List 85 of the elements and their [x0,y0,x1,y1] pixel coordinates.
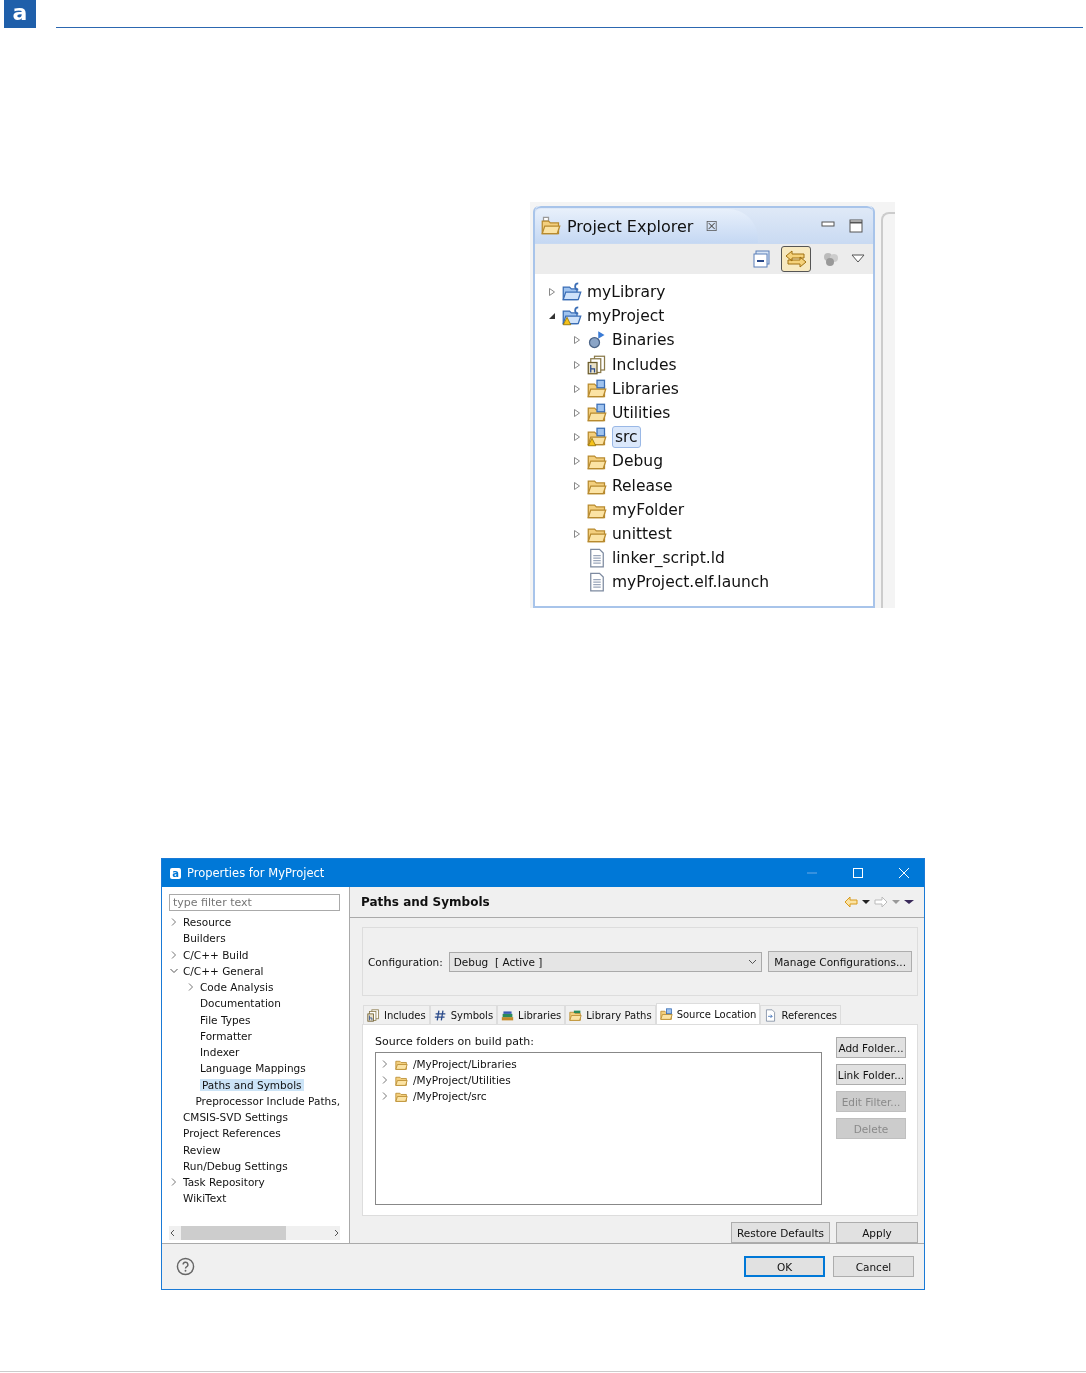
expand-arrow-icon[interactable] [572,408,582,419]
window-title: Properties for MyProject [187,866,326,880]
dropdown-icon[interactable] [851,254,866,264]
view-title: Project Explorer [567,216,694,236]
nav-item[interactable]: File Types [200,1013,251,1026]
list-label: Source folders on build path: [375,1035,535,1049]
manage-configurations-button[interactable]: Manage Configurations... [768,951,912,973]
expand-arrow-icon[interactable] [572,432,582,443]
nav-item[interactable]: Documentation [200,997,281,1010]
maximize-icon[interactable] [849,219,864,233]
app-icon: a [170,867,181,879]
view-tab[interactable]: Project Explorer ☒ [535,209,758,243]
nav-item[interactable]: Paths and Symbols [200,1078,304,1091]
list-item[interactable]: /MyProject/Libraries [413,1058,517,1071]
close-icon[interactable]: ☒ [705,218,718,234]
nav-item[interactable]: WikiText [183,1192,227,1205]
expand-arrow-icon[interactable] [572,383,582,394]
nav-item[interactable]: Task Repository [183,1176,265,1189]
tree-item[interactable]: unittest [612,524,672,543]
tab[interactable]: Includes [363,1005,430,1025]
logo: a [4,0,36,28]
nav-item[interactable]: Resource [183,916,232,929]
nav-item[interactable]: Run/Debug Settings [183,1159,288,1172]
tab[interactable]: Library Paths [565,1005,656,1025]
tree-item[interactable]: Utilities [612,404,671,423]
tab[interactable]: References [760,1005,842,1025]
source-folder-list[interactable]: /MyProject/Libraries /MyProject/Utilities /MyProject/src [375,1052,822,1205]
tree-item[interactable]: myProject [587,307,665,326]
page-button[interactable]: Apply [836,1222,918,1243]
hash-icon [433,1008,447,1022]
close-icon[interactable] [899,868,909,878]
chevron-down-icon[interactable] [748,958,758,965]
tree-item[interactable]: Includes [612,355,677,374]
document-icon [764,1008,778,1022]
tree-item[interactable]: myProject.elf.launch [612,573,770,592]
nav-item[interactable]: C/C++ Build [183,948,249,961]
books-icon [569,1008,583,1022]
list-item[interactable]: /MyProject/Utilities [413,1074,511,1087]
scroll-right-icon[interactable] [332,1229,340,1237]
tree-item[interactable]: Libraries [612,379,679,398]
tree-item[interactable]: Debug [612,452,663,471]
expand-arrow-icon[interactable] [572,528,582,539]
expand-arrow-icon[interactable] [572,480,582,491]
page-button[interactable]: Restore Defaults [731,1222,830,1243]
horizontal-scrollbar[interactable] [169,1226,340,1240]
tree-item[interactable]: Binaries [612,331,675,350]
nav-item[interactable]: Indexer [200,1046,240,1059]
configuration-dropdown[interactable]: Debug [ Active ] [448,951,763,972]
menu-caret-icon[interactable] [904,899,914,906]
nav-item[interactable]: Code Analysis [200,981,274,994]
tab[interactable]: Libraries [497,1005,566,1025]
tree-item[interactable]: myLibrary [587,283,666,302]
books-icon [501,1008,515,1022]
tree-item[interactable]: Release [612,476,673,495]
nav-item[interactable]: CMSIS-SVD Settings [183,1111,288,1124]
filter-field[interactable]: type filter text [169,894,340,911]
tree-item[interactable]: src [612,426,641,449]
nav-item[interactable]: Formatter [200,1029,252,1042]
dialog-button[interactable]: OK [744,1256,825,1277]
nav-item[interactable]: Preprocessor Include Paths, [195,1094,340,1107]
tree-item[interactable]: linker_script.ld [612,549,725,568]
tree-item[interactable]: myFolder [612,500,685,519]
expand-arrow-icon[interactable] [547,287,557,298]
nav-item[interactable]: Project References [183,1127,281,1140]
folder-action-button[interactable]: Link Folder... [836,1064,906,1086]
collapse-arrow-icon[interactable] [547,311,557,322]
page-title: Paths and Symbols [361,895,490,910]
expand-arrow-icon[interactable] [572,359,582,370]
list-item[interactable]: /MyProject/src [413,1090,487,1103]
tab[interactable]: Source Location [655,1003,761,1025]
expand-arrow-icon[interactable] [572,456,582,467]
scroll-left-icon[interactable] [169,1229,177,1237]
expand-arrow-icon[interactable] [572,335,582,346]
nav-item[interactable]: Review [183,1143,221,1156]
folder-action-button[interactable]: Add Folder... [836,1037,906,1059]
nav-item[interactable]: C/C++ General [183,964,264,977]
help-icon[interactable] [176,1257,195,1276]
tab[interactable]: Symbols [429,1005,498,1025]
minimize-icon[interactable] [821,219,836,229]
dialog-button[interactable]: Cancel [833,1256,914,1277]
nav-item[interactable]: Language Mappings [200,1062,306,1075]
caret-icon[interactable] [862,899,870,906]
collapse-all-icon[interactable] [753,250,772,268]
configuration-label: Configuration: [368,955,443,968]
nav-item[interactable]: Builders [183,932,226,945]
